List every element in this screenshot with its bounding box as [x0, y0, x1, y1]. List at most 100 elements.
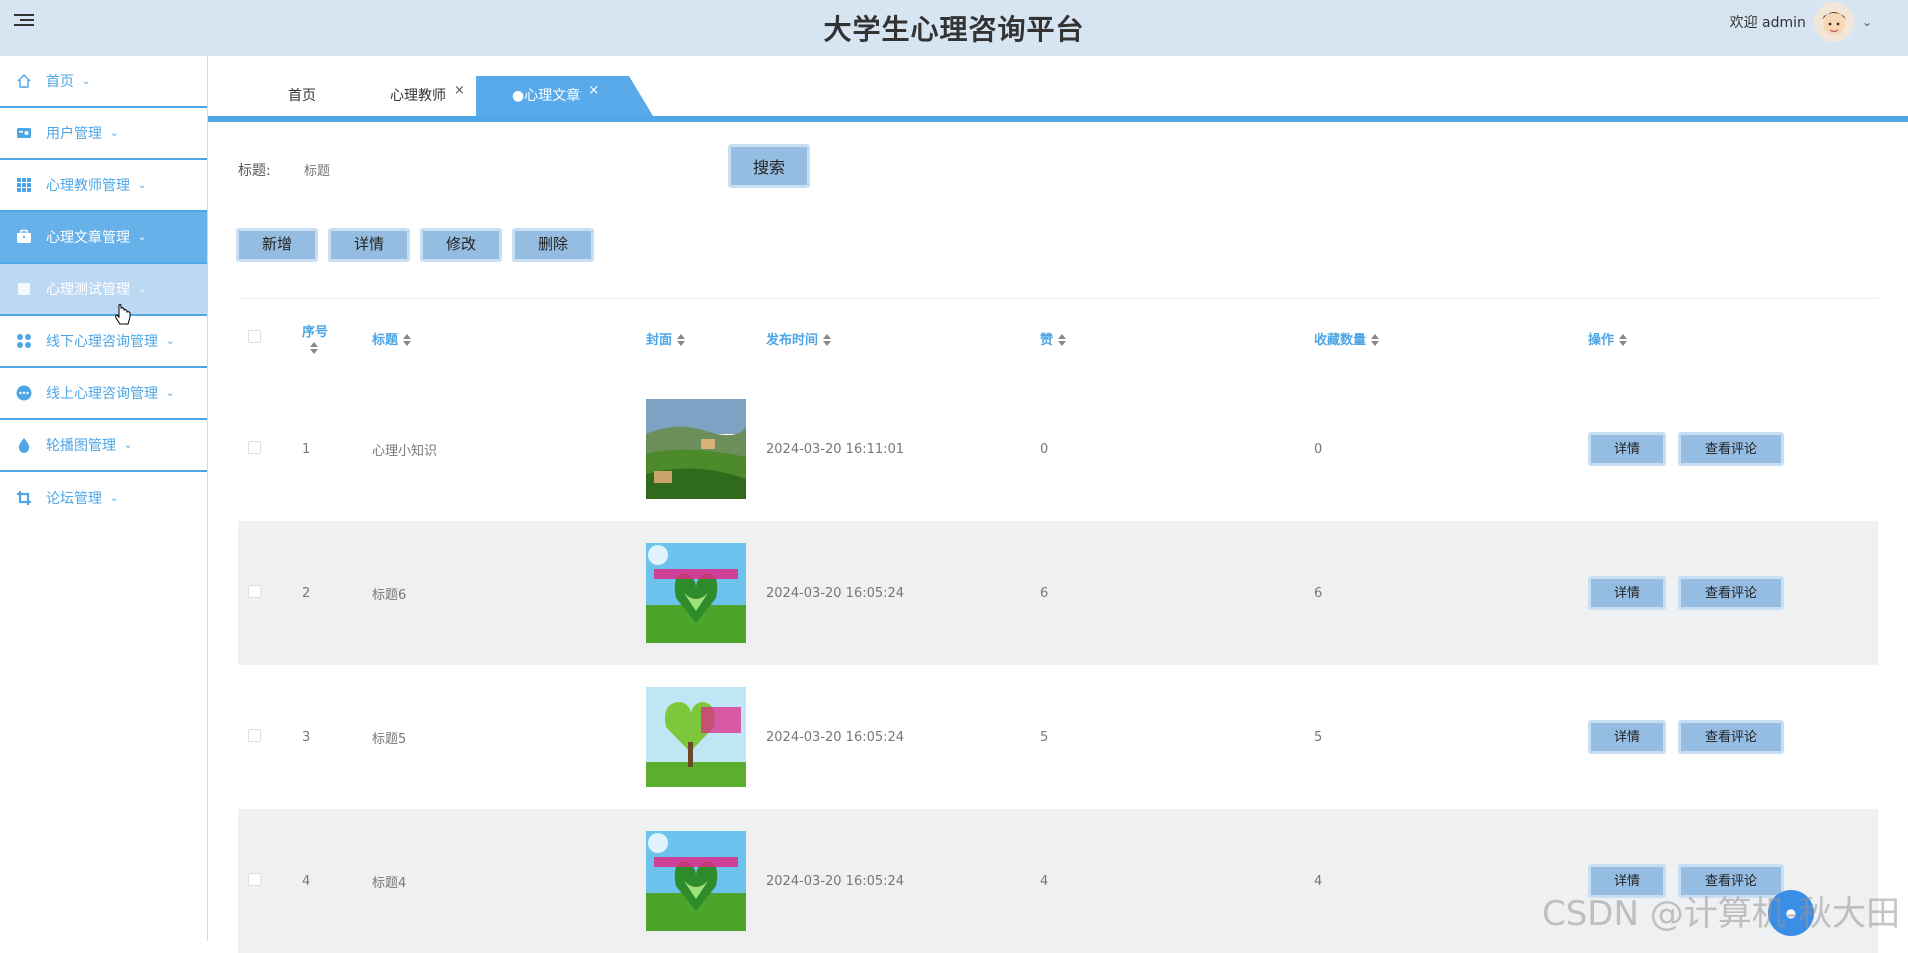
row-comments-button[interactable]: 查看评论 — [1678, 432, 1784, 466]
row-detail-button[interactable]: 详情 — [1588, 576, 1666, 610]
row-time: 2024-03-20 16:11:01 — [766, 377, 1040, 521]
sidebar-item-home[interactable]: 首页 ⌄ — [0, 56, 207, 108]
sidebar-item-offline-consult[interactable]: 线下心理咨询管理⌄ — [0, 316, 207, 368]
row-detail-button[interactable]: 详情 — [1588, 432, 1666, 466]
sidebar-item-label: 论坛管理 — [46, 488, 102, 508]
add-button[interactable]: 新增 — [236, 228, 318, 262]
drop-icon — [16, 437, 32, 453]
watermark: CSDN @计算机-秋大田 — [1542, 886, 1900, 935]
search-label: 标题: — [238, 160, 304, 180]
top-header: 大学生心理咨询平台 欢迎 admin ⌄ — [0, 0, 1908, 56]
row-actions: 详情查看评论 — [1588, 377, 1878, 521]
chevron-down-icon[interactable]: ⌄ — [1862, 15, 1872, 29]
sort-icon[interactable] — [403, 334, 411, 346]
row-checkbox[interactable] — [248, 441, 261, 454]
tab-label: ●心理文章 — [512, 88, 580, 104]
chevron-down-icon: ⌄ — [110, 128, 118, 139]
row-cover[interactable] — [646, 809, 766, 953]
sidebar-item-online-consult[interactable]: 线上心理咨询管理 ⌄ — [0, 368, 207, 420]
sort-icon[interactable] — [823, 334, 831, 346]
sidebar-item-tests[interactable]: 心理测试管理⌄ — [0, 264, 207, 316]
column-header-actions[interactable]: 操作 — [1588, 299, 1878, 377]
sidebar-item-articles[interactable]: 心理文章管理 ⌄ — [0, 212, 207, 264]
sort-icon[interactable] — [1619, 334, 1627, 346]
sidebar-item-label: 线上心理咨询管理 — [46, 383, 158, 403]
column-header-time[interactable]: 发布时间 — [766, 299, 1040, 377]
table-header: 序号 标题 封面 发布时间 赞 收藏数量 操作 — [238, 299, 1878, 377]
chevron-down-icon: ⌄ — [124, 440, 132, 451]
row-cover[interactable] — [646, 377, 766, 521]
row-likes: 6 — [1040, 521, 1314, 665]
apps-icon — [16, 333, 32, 349]
select-all-checkbox[interactable] — [248, 330, 261, 343]
row-checkbox[interactable] — [248, 585, 261, 598]
sidebar-item-label: 用户管理 — [46, 123, 102, 143]
close-icon[interactable]: × — [454, 83, 465, 98]
row-checkbox[interactable] — [248, 873, 261, 886]
column-header-likes[interactable]: 赞 — [1040, 299, 1314, 377]
chevron-down-icon: ⌄ — [138, 180, 146, 191]
article-table: 序号 标题 封面 发布时间 赞 收藏数量 操作 1 心理小知识 — [238, 298, 1878, 948]
sort-icon[interactable] — [1058, 334, 1066, 346]
sidebar-item-label: 线下心理咨询管理 — [46, 331, 158, 351]
sort-icon[interactable] — [310, 342, 318, 354]
tab-articles[interactable]: ●心理文章 × — [476, 76, 629, 116]
row-index: 3 — [302, 665, 372, 809]
table-row: 2 标题6 2024-03-20 16:05:24 6 6 详情查看评论 — [238, 521, 1878, 665]
main-content: 标题: 搜索 新增 详情 修改 删除 序号 标题 封面 发布时间 赞 收藏数量 … — [208, 122, 1908, 941]
row-index: 1 — [302, 377, 372, 521]
search-button[interactable]: 搜索 — [728, 144, 810, 188]
tab-home[interactable]: 首页 — [288, 76, 316, 116]
close-icon[interactable]: × — [588, 83, 599, 98]
row-favorites: 5 — [1314, 665, 1588, 809]
row-likes: 5 — [1040, 665, 1314, 809]
delete-button[interactable]: 删除 — [512, 228, 594, 262]
chevron-down-icon: ⌄ — [110, 493, 118, 504]
action-toolbar: 新增 详情 修改 删除 — [236, 228, 594, 262]
sidebar-item-label: 首页 — [46, 71, 74, 91]
user-card-icon — [16, 125, 32, 141]
title-search-input[interactable] — [304, 152, 514, 188]
row-comments-button[interactable]: 查看评论 — [1678, 720, 1784, 754]
chevron-down-icon: ⌄ — [138, 232, 146, 243]
chevron-down-icon: ⌄ — [82, 76, 90, 87]
sort-icon[interactable] — [1371, 334, 1379, 346]
row-actions: 详情查看评论 — [1588, 665, 1878, 809]
row-likes: 4 — [1040, 809, 1314, 953]
avatar[interactable] — [1814, 2, 1854, 42]
column-header-index[interactable]: 序号 — [302, 299, 372, 377]
column-header-title[interactable]: 标题 — [372, 299, 646, 377]
mouse-cursor — [114, 304, 132, 330]
grid-icon — [16, 177, 32, 193]
sidebar-item-users[interactable]: 用户管理 ⌄ — [0, 108, 207, 160]
row-title: 标题4 — [372, 809, 646, 953]
column-header-cover[interactable]: 封面 — [646, 299, 766, 377]
tab-label: 首页 — [288, 88, 316, 104]
sort-icon[interactable] — [677, 334, 685, 346]
sidebar-item-label: 轮播图管理 — [46, 435, 116, 455]
sidebar-item-forum[interactable]: 论坛管理 ⌄ — [0, 472, 207, 524]
sidebar-item-label: 心理测试管理 — [46, 279, 130, 299]
row-cover[interactable] — [646, 521, 766, 665]
app-title: 大学生心理咨询平台 — [0, 8, 1908, 48]
edit-button[interactable]: 修改 — [420, 228, 502, 262]
sidebar-item-label: 心理文章管理 — [46, 227, 130, 247]
row-likes: 0 — [1040, 377, 1314, 521]
row-comments-button[interactable]: 查看评论 — [1678, 576, 1784, 610]
tab-teachers[interactable]: 心理教师 × — [390, 76, 465, 116]
row-cover[interactable] — [646, 665, 766, 809]
detail-button[interactable]: 详情 — [328, 228, 410, 262]
chevron-down-icon: ⌄ — [166, 388, 174, 399]
more-icon — [16, 385, 32, 401]
sidebar-item-carousel[interactable]: 轮播图管理 ⌄ — [0, 420, 207, 472]
column-header-favorites[interactable]: 收藏数量 — [1314, 299, 1588, 377]
row-detail-button[interactable]: 详情 — [1588, 720, 1666, 754]
table-row: 3 标题5 2024-03-20 16:05:24 5 5 详情查看评论 — [238, 665, 1878, 809]
row-favorites: 6 — [1314, 521, 1588, 665]
row-title: 标题5 — [372, 665, 646, 809]
row-checkbox[interactable] — [248, 729, 261, 742]
tab-label: 心理教师 — [390, 88, 446, 104]
sidebar: 首页⌄ 用户管理⌄ 心理教师管理⌄ 心理文章管理⌄ 心理测试管理⌄ 线下心理咨询… — [0, 56, 208, 941]
row-time: 2024-03-20 16:05:24 — [766, 665, 1040, 809]
sidebar-item-teachers[interactable]: 心理教师管理⌄ — [0, 160, 207, 212]
